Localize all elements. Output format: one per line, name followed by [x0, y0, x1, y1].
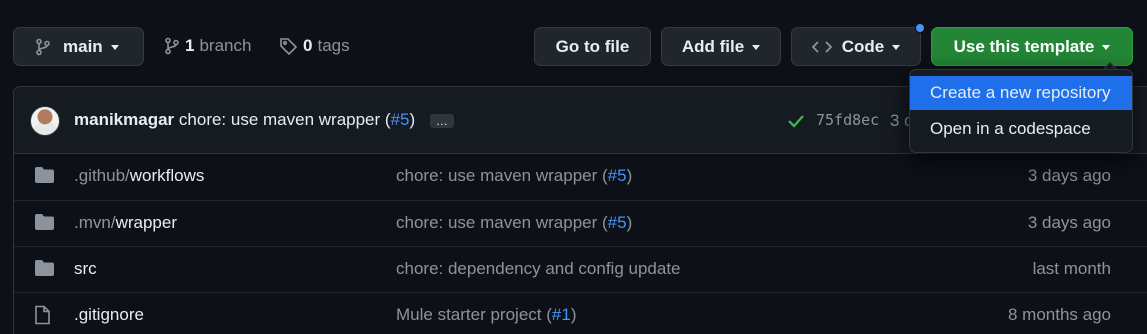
template-dropdown-menu: Create a new repository Open in a codesp…	[909, 69, 1133, 153]
tag-count: 0	[303, 36, 313, 55]
file-name[interactable]: .gitignore	[74, 305, 144, 325]
branch-select-button[interactable]: main	[13, 27, 144, 66]
commit-pr-link[interactable]: #5	[391, 110, 410, 129]
add-file-button[interactable]: Add file	[661, 27, 781, 66]
table-row[interactable]: .gitignore Mule starter project (#1) 8 m…	[14, 292, 1147, 334]
table-row[interactable]: src chore: dependency and config update …	[14, 246, 1147, 292]
folder-icon	[35, 167, 54, 183]
code-button[interactable]: Code	[791, 27, 921, 66]
file-icon	[35, 305, 50, 325]
use-template-label: Use this template	[953, 36, 1095, 56]
branch-count: 1	[185, 36, 195, 55]
branch-label: branch	[199, 36, 252, 55]
branch-icon	[36, 38, 50, 55]
chevron-down-icon	[1102, 45, 1111, 50]
commit-expand-button[interactable]: …	[429, 113, 454, 128]
tag-icon	[280, 37, 298, 55]
commit-age: 3 days ago	[1027, 213, 1111, 232]
open-in-codespace-item[interactable]: Open in a codespace	[910, 112, 1132, 146]
file-name[interactable]: .mvn/wrapper	[74, 213, 177, 233]
commit-age: last month	[1032, 259, 1111, 278]
tag-label: tags	[317, 36, 350, 55]
commit-message[interactable]: chore: use maven wrapper (	[179, 110, 391, 129]
notification-dot	[915, 23, 925, 33]
commit-author[interactable]: manikmagar	[74, 110, 174, 129]
folder-icon	[35, 260, 54, 276]
tags-link[interactable]: 0 tags	[279, 34, 350, 58]
commit-age: 8 months ago	[1007, 305, 1111, 324]
create-new-repository-item[interactable]: Create a new repository	[910, 76, 1132, 110]
table-row[interactable]: .github/workflows chore: use maven wrapp…	[14, 154, 1147, 200]
folder-icon	[35, 214, 54, 230]
file-name[interactable]: .github/workflows	[74, 166, 204, 186]
go-to-file-button[interactable]: Go to file	[534, 27, 651, 66]
commit-age: 3 days ago	[1027, 166, 1111, 185]
check-icon[interactable]	[787, 114, 805, 128]
commit-message-link[interactable]: chore: use maven wrapper (#5)	[396, 166, 632, 186]
chevron-down-icon	[892, 45, 901, 50]
code-label: Code	[841, 36, 885, 56]
use-template-button[interactable]: Use this template	[931, 27, 1133, 66]
go-to-file-label: Go to file	[555, 36, 630, 56]
commit-message-link[interactable]: chore: dependency and config update	[396, 259, 681, 279]
file-name[interactable]: src	[74, 259, 97, 279]
commit-sha[interactable]: 75fd8ec	[816, 111, 879, 129]
branch-name: main	[63, 36, 103, 56]
add-file-label: Add file	[681, 36, 745, 56]
code-icon	[811, 40, 832, 53]
avatar[interactable]	[30, 106, 60, 136]
chevron-down-icon	[752, 45, 761, 50]
chevron-down-icon	[110, 45, 119, 50]
commit-message-link[interactable]: Mule starter project (#1)	[396, 305, 576, 325]
commit-message-end: )	[409, 110, 416, 129]
commit-message-link[interactable]: chore: use maven wrapper (#5)	[396, 213, 632, 233]
branches-link[interactable]: 1 branch	[164, 34, 251, 58]
branches-icon	[165, 37, 179, 55]
table-row[interactable]: .mvn/wrapper chore: use maven wrapper (#…	[14, 200, 1147, 246]
